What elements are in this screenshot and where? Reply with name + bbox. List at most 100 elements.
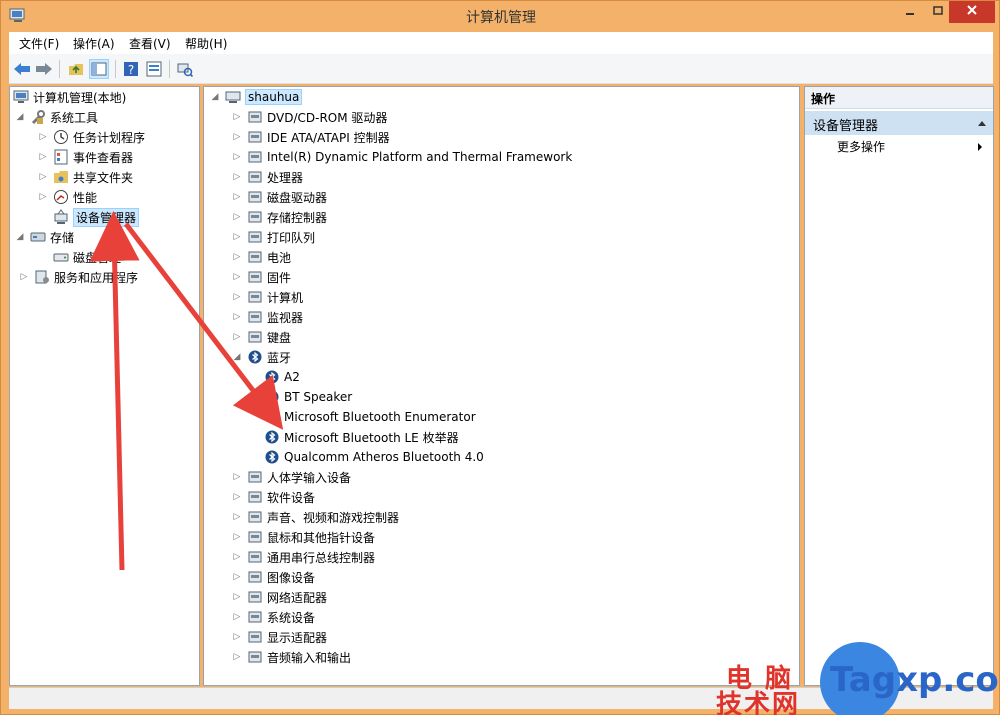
bluetooth-icon (264, 369, 280, 385)
disk-management-icon (53, 249, 69, 265)
collapse-arrow-icon[interactable]: ◢ (15, 112, 25, 122)
device-category[interactable]: ◢ 蓝牙 (232, 347, 291, 367)
expand-arrow-icon[interactable]: ▷ (232, 512, 242, 522)
collapse-arrow-icon[interactable]: ◢ (15, 232, 25, 242)
device-category[interactable]: ▷ 存储控制器 (232, 207, 327, 227)
device-category[interactable]: ▷ 声音、视频和游戏控制器 (232, 507, 399, 527)
actions-section-label: 设备管理器 (813, 119, 879, 134)
expand-arrow-icon[interactable]: ▷ (38, 172, 48, 182)
expand-arrow-icon[interactable]: ▷ (232, 632, 242, 642)
hid-icon (247, 469, 263, 485)
device-category[interactable]: ▷ 音频输入和输出 (232, 647, 351, 667)
bluetooth-device[interactable]: BT Speaker (264, 387, 352, 407)
help-icon[interactable]: ? (121, 59, 141, 79)
device-category[interactable]: ▷ Intel(R) Dynamic Platform and Thermal F… (232, 147, 573, 167)
expand-arrow-icon[interactable]: ▷ (232, 192, 242, 202)
device-category[interactable]: ▷ 显示适配器 (232, 627, 327, 647)
usb-icon (247, 549, 263, 565)
expand-arrow-icon[interactable]: ▷ (38, 132, 48, 142)
tree-item-storage[interactable]: ◢ 存储 (15, 227, 74, 247)
device-label: Qualcomm Atheros Bluetooth 4.0 (284, 450, 484, 464)
device-label: 鼠标和其他指针设备 (267, 530, 376, 545)
back-icon[interactable] (12, 59, 32, 79)
tree-item-device-manager[interactable]: 设备管理器 (53, 207, 140, 227)
collapse-arrow-icon[interactable]: ◢ (232, 352, 242, 362)
device-category[interactable]: ▷ DVD/CD-ROM 驱动器 (232, 107, 388, 127)
expand-arrow-icon[interactable]: ▷ (232, 112, 242, 122)
tree-item-event-viewer[interactable]: ▷ 事件查看器 (38, 147, 133, 167)
expand-arrow-icon[interactable]: ▷ (232, 252, 242, 262)
device-category[interactable]: ▷ 固件 (232, 267, 291, 287)
device-tree-root[interactable]: ◢ shauhua (210, 87, 303, 107)
device-category[interactable]: ▷ 键盘 (232, 327, 291, 347)
device-category[interactable]: ▷ 鼠标和其他指针设备 (232, 527, 375, 547)
expand-arrow-icon[interactable]: ▷ (232, 472, 242, 482)
submenu-arrow-icon[interactable] (977, 141, 983, 155)
device-category[interactable]: ▷ IDE ATA/ATAPI 控制器 (232, 127, 390, 147)
device-label: 处理器 (267, 170, 304, 185)
properties-icon[interactable] (144, 59, 164, 79)
bluetooth-device[interactable]: Microsoft Bluetooth LE 枚举器 (264, 427, 459, 447)
tree-item-system-tools[interactable]: ◢ 系统工具 (15, 107, 98, 127)
device-category[interactable]: ▷ 磁盘驱动器 (232, 187, 327, 207)
collapse-up-icon[interactable] (977, 116, 987, 131)
tree-item-task-scheduler[interactable]: ▷ 任务计划程序 (38, 127, 145, 147)
expand-arrow-icon[interactable]: ▷ (38, 152, 48, 162)
expand-arrow-icon[interactable]: ▷ (232, 312, 242, 322)
device-label: 磁盘驱动器 (267, 190, 328, 205)
bluetooth-device[interactable]: Microsoft Bluetooth Enumerator (264, 407, 476, 427)
device-category[interactable]: ▷ 软件设备 (232, 487, 315, 507)
device-category[interactable]: ▷ 通用串行总线控制器 (232, 547, 375, 567)
bluetooth-device[interactable]: A2 (264, 367, 300, 387)
device-category[interactable]: ▷ 计算机 (232, 287, 303, 307)
expand-arrow-icon[interactable]: ▷ (232, 492, 242, 502)
expand-arrow-icon[interactable]: ▷ (232, 532, 242, 542)
more-actions-item[interactable]: 更多操作 (837, 138, 885, 155)
minimize-button[interactable] (894, 1, 926, 23)
device-category[interactable]: ▷ 系统设备 (232, 607, 315, 627)
maximize-button[interactable] (926, 1, 949, 23)
close-button[interactable] (949, 1, 995, 23)
device-label: 音频输入和输出 (267, 650, 352, 665)
up-folder-icon[interactable] (66, 59, 86, 79)
tree-item-services-apps[interactable]: ▷ 服务和应用程序 (19, 267, 138, 287)
expand-arrow-icon[interactable]: ▷ (38, 192, 48, 202)
expand-arrow-icon[interactable]: ▷ (232, 652, 242, 662)
bluetooth-device[interactable]: Qualcomm Atheros Bluetooth 4.0 (264, 447, 484, 467)
menu-help[interactable]: 帮助(H) (185, 35, 227, 52)
show-hide-tree-icon[interactable] (89, 59, 109, 79)
menu-action[interactable]: 操作(A) (73, 35, 115, 52)
device-label: 网络适配器 (267, 590, 328, 605)
expand-arrow-icon[interactable]: ▷ (232, 332, 242, 342)
device-category[interactable]: ▷ 处理器 (232, 167, 303, 187)
expand-arrow-icon[interactable]: ▷ (232, 232, 242, 242)
menu-view[interactable]: 查看(V) (129, 35, 171, 52)
expand-arrow-icon[interactable]: ▷ (232, 572, 242, 582)
expand-arrow-icon[interactable]: ▷ (232, 132, 242, 142)
device-label: 显示适配器 (267, 630, 328, 645)
device-category[interactable]: ▷ 网络适配器 (232, 587, 327, 607)
device-category[interactable]: ▷ 图像设备 (232, 567, 315, 587)
forward-icon[interactable] (34, 59, 54, 79)
device-category[interactable]: ▷ 监视器 (232, 307, 303, 327)
expand-arrow-icon[interactable]: ▷ (232, 292, 242, 302)
expand-arrow-icon[interactable]: ▷ (232, 152, 242, 162)
tree-item-performance[interactable]: ▷ 性能 (38, 187, 97, 207)
collapse-arrow-icon[interactable]: ◢ (210, 92, 220, 102)
expand-arrow-icon[interactable]: ▷ (232, 592, 242, 602)
tree-item-disk-management[interactable]: 磁盘管理 (53, 247, 121, 267)
actions-section-device-manager[interactable]: 设备管理器 (805, 111, 993, 135)
tree-item-computer-management[interactable]: 计算机管理(本地) (13, 87, 126, 107)
expand-arrow-icon[interactable]: ▷ (19, 272, 29, 282)
scan-hardware-icon[interactable] (175, 59, 195, 79)
device-category[interactable]: ▷ 电池 (232, 247, 291, 267)
expand-arrow-icon[interactable]: ▷ (232, 172, 242, 182)
expand-arrow-icon[interactable]: ▷ (232, 212, 242, 222)
expand-arrow-icon[interactable]: ▷ (232, 552, 242, 562)
device-category[interactable]: ▷ 打印队列 (232, 227, 315, 247)
expand-arrow-icon[interactable]: ▷ (232, 272, 242, 282)
menu-file[interactable]: 文件(F) (19, 35, 59, 52)
device-category[interactable]: ▷ 人体学输入设备 (232, 467, 351, 487)
tree-item-shared-folders[interactable]: ▷ 共享文件夹 (38, 167, 133, 187)
expand-arrow-icon[interactable]: ▷ (232, 612, 242, 622)
